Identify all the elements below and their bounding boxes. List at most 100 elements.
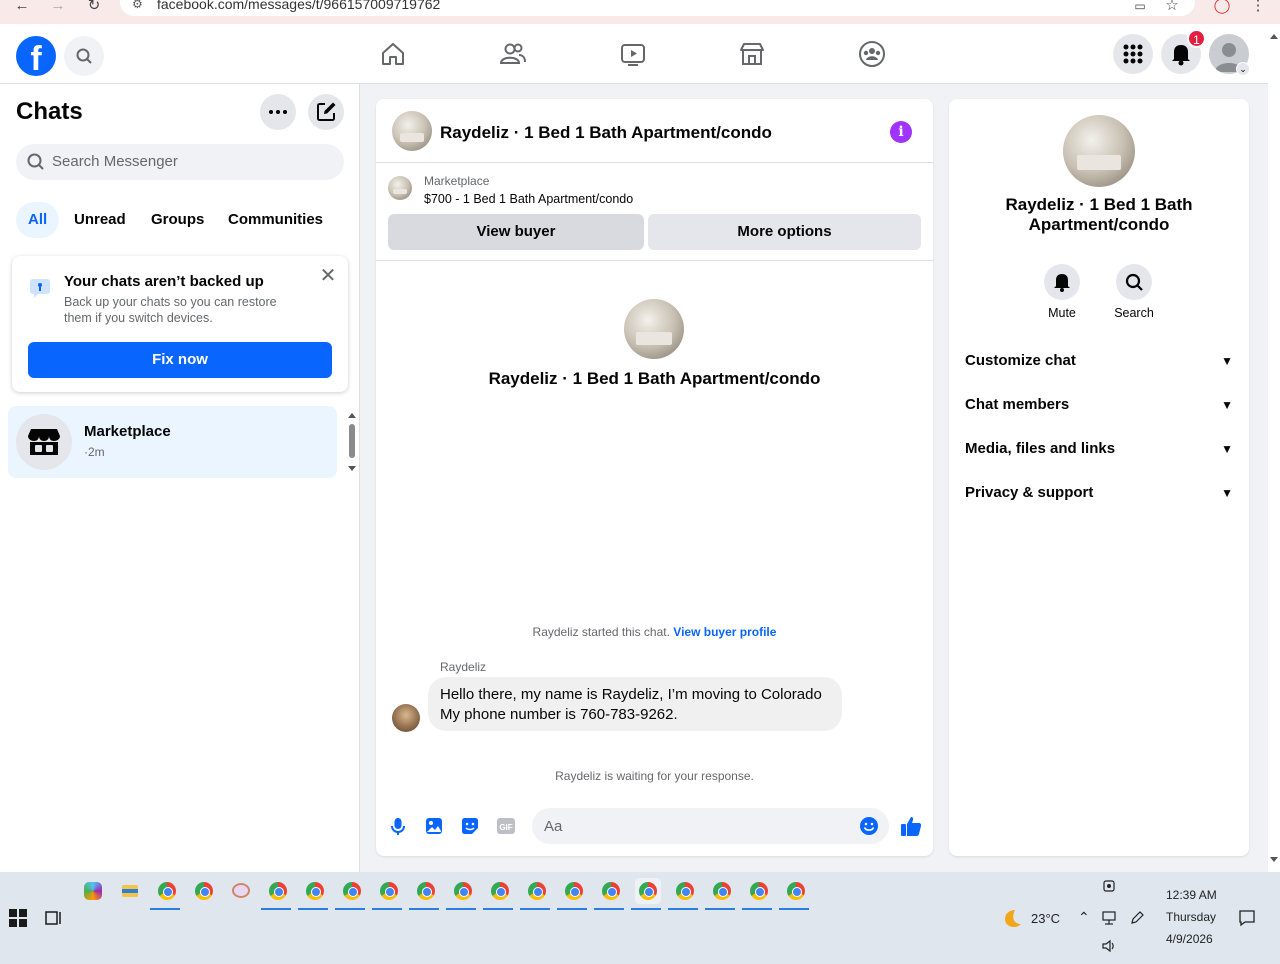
sender-avatar[interactable] <box>392 704 420 732</box>
media-files-links-section[interactable]: Media, files and links ▼ <box>965 440 1233 464</box>
chrome-app-icon[interactable] <box>409 878 439 910</box>
sticker-icon[interactable] <box>459 815 481 837</box>
microphone-icon[interactable] <box>387 815 409 837</box>
mute-button[interactable] <box>1044 264 1080 300</box>
conversation-title[interactable]: Raydeliz · 1 Bed 1 Bath Apartment/condo <box>440 123 772 143</box>
filter-unread[interactable]: Unread <box>62 202 138 238</box>
search-button[interactable] <box>64 36 104 76</box>
friends-icon[interactable] <box>499 40 527 68</box>
browser-menu-icon[interactable]: ⋮ <box>1248 0 1268 14</box>
chrome-app-icon[interactable] <box>446 878 476 910</box>
backup-title: Your chats aren’t backed up <box>64 273 264 290</box>
search-label: Search <box>1114 306 1154 320</box>
bookmark-star-icon[interactable]: ☆ <box>1162 0 1182 14</box>
clock-date[interactable]: 4/9/2026 <box>1166 932 1213 946</box>
windows-taskbar: 23°C ⌃ 12:39 AM Thursday 4/9/2026 <box>0 872 1280 964</box>
filter-all[interactable]: All <box>16 202 60 238</box>
chrome-app-icon[interactable] <box>705 878 735 910</box>
top-navbar: f 1 ⌄ <box>0 24 1268 84</box>
forward-icon[interactable]: → <box>48 0 68 14</box>
facebook-logo[interactable]: f <box>16 36 56 76</box>
search-conversation-button[interactable] <box>1116 264 1152 300</box>
filter-groups[interactable]: Groups <box>139 202 216 238</box>
windows-start-icon[interactable] <box>9 909 27 927</box>
notification-center-icon[interactable] <box>1238 909 1256 927</box>
temperature[interactable]: 23°C <box>1031 911 1060 926</box>
chrome-app-icon-active[interactable] <box>631 878 661 910</box>
install-icon[interactable]: ▭ <box>1130 0 1150 14</box>
chrome-app-icon[interactable] <box>298 878 328 910</box>
gif-icon[interactable]: GIF <box>495 815 517 837</box>
chrome-app-icon[interactable] <box>150 878 180 910</box>
chrome-app-icon[interactable] <box>557 878 587 910</box>
menu-button[interactable] <box>1113 34 1153 74</box>
listing-thumbnail[interactable] <box>392 111 432 151</box>
customize-chat-section[interactable]: Customize chat ▼ <box>965 352 1233 376</box>
reload-icon[interactable]: ↻ <box>84 0 104 14</box>
copilot-app-icon[interactable] <box>80 878 106 904</box>
chrome-app-icon[interactable] <box>520 878 550 910</box>
chevron-down-icon[interactable]: ⌄ <box>1236 62 1250 76</box>
search-icon <box>27 153 44 170</box>
options-button[interactable] <box>260 94 296 130</box>
clock-day[interactable]: Thursday <box>1166 910 1216 924</box>
close-icon[interactable]: ✕ <box>317 266 339 288</box>
fix-now-button[interactable]: Fix now <box>28 342 332 378</box>
chrome-app-icon[interactable] <box>594 878 624 910</box>
file-explorer-icon[interactable] <box>117 878 143 904</box>
chat-list-item[interactable]: Marketplace ·2m <box>8 406 337 478</box>
marketplace-avatar <box>16 414 72 470</box>
more-options-button[interactable]: More options <box>648 214 921 250</box>
site-settings-icon[interactable]: ⚙ <box>132 0 143 11</box>
conversation-name: Raydeliz · 1 Bed 1 Bath Apartment/condo <box>488 369 821 388</box>
weather-moon-icon[interactable] <box>1000 907 1022 929</box>
view-buyer-button[interactable]: View buyer <box>388 214 644 250</box>
chrome-app-icon[interactable] <box>191 878 217 904</box>
back-icon[interactable]: ← <box>12 0 32 14</box>
privacy-support-section[interactable]: Privacy & support ▼ <box>965 484 1233 508</box>
started-text: Raydeliz started this chat. <box>532 625 670 639</box>
paint-app-icon[interactable] <box>228 878 254 904</box>
chrome-app-icon[interactable] <box>483 878 513 910</box>
message-bubble[interactable]: Hello there, my name is Raydeliz, I’m mo… <box>428 677 842 731</box>
task-view-icon[interactable] <box>45 909 63 927</box>
thumbs-up-icon[interactable] <box>899 814 923 838</box>
section-label: Privacy & support <box>965 484 1094 501</box>
groups-icon[interactable] <box>858 40 886 68</box>
chat-members-section[interactable]: Chat members ▼ <box>965 396 1233 420</box>
chat-started-notice: Raydeliz started this chat. View buyer p… <box>376 625 933 639</box>
sidebar-scrollbar[interactable] <box>346 410 358 474</box>
volume-icon[interactable] <box>1101 938 1117 954</box>
compose-icon <box>317 102 336 121</box>
message-placeholder: Aa <box>544 818 563 835</box>
photo-icon[interactable] <box>423 815 445 837</box>
search-action[interactable]: Search <box>1104 264 1164 320</box>
chat-time: ·2m <box>84 445 105 459</box>
url-text[interactable]: facebook.com/messages/t/966157009719762 <box>157 0 440 12</box>
network-icon[interactable] <box>1101 910 1117 926</box>
home-icon[interactable] <box>379 40 407 68</box>
search-messenger-input[interactable]: Search Messenger <box>16 144 344 180</box>
listing-price[interactable]: $700 - 1 Bed 1 Bath Apartment/condo <box>424 192 633 206</box>
marketplace-icon[interactable] <box>738 40 766 68</box>
info-icon[interactable]: i <box>890 121 912 143</box>
emoji-icon[interactable] <box>859 816 879 836</box>
chrome-app-icon[interactable] <box>372 878 402 910</box>
view-buyer-profile-link[interactable]: View buyer profile <box>673 625 776 639</box>
chevron-up-icon[interactable]: ⌃ <box>1078 909 1090 926</box>
camera-privacy-icon[interactable] <box>1102 879 1116 893</box>
chrome-app-icon[interactable] <box>742 878 772 910</box>
new-message-button[interactable] <box>308 94 344 130</box>
pen-icon[interactable] <box>1129 910 1145 926</box>
filter-communities[interactable]: Communities <box>216 202 335 238</box>
chrome-app-icon[interactable] <box>779 878 809 910</box>
video-icon[interactable] <box>619 40 647 68</box>
message-input[interactable]: Aa <box>532 808 889 844</box>
chrome-app-icon[interactable] <box>668 878 698 910</box>
chrome-app-icon[interactable] <box>261 878 291 910</box>
mute-action[interactable]: Mute <box>1032 264 1092 320</box>
chrome-app-icon[interactable] <box>335 878 365 910</box>
profile-icon[interactable]: ◯ <box>1212 0 1232 14</box>
clock-time[interactable]: 12:39 AM <box>1166 888 1217 902</box>
page-scrollbar[interactable] <box>1268 24 1280 872</box>
